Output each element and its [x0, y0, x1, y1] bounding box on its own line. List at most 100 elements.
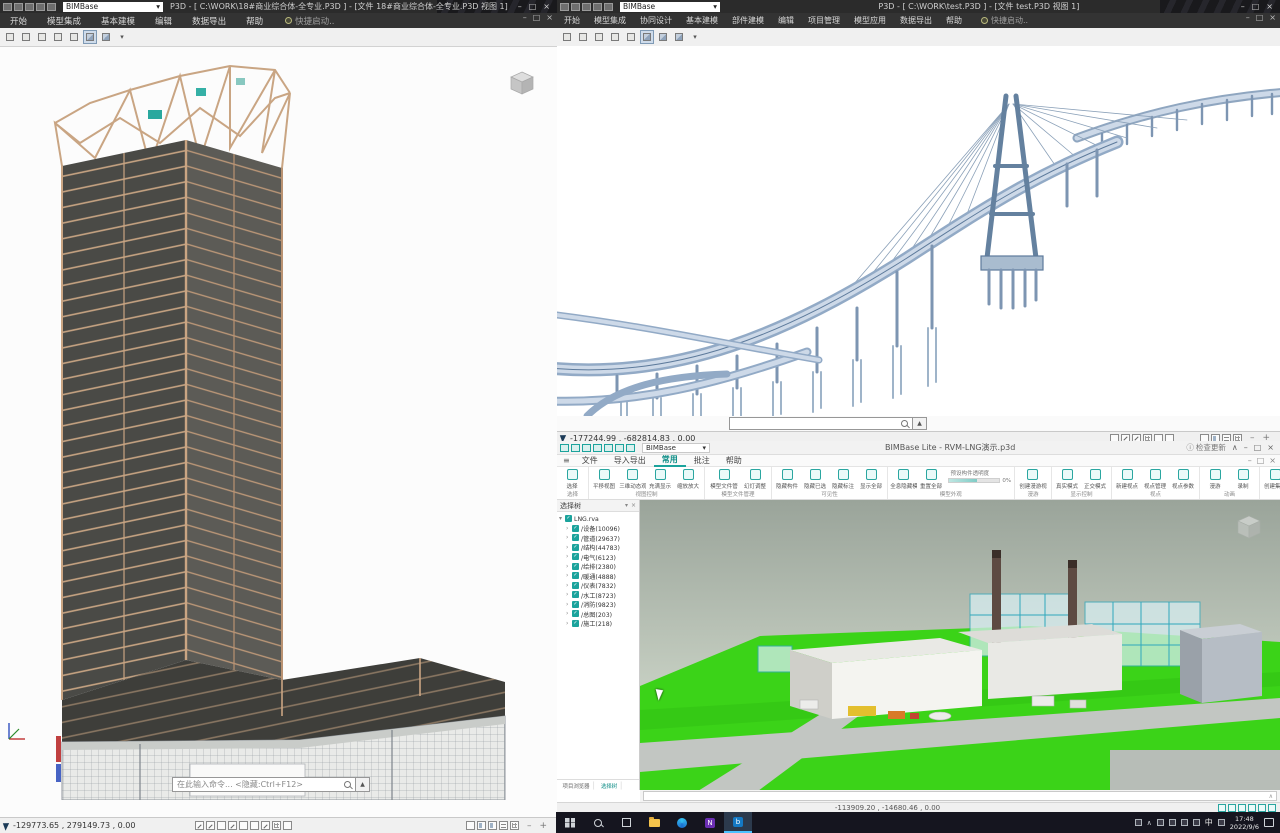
mdi-restore-button[interactable]: □ [533, 13, 541, 22]
menu-item[interactable]: 项目管理 [801, 15, 847, 26]
menu-item[interactable]: 数据导出 [182, 15, 236, 27]
mdi-close-button[interactable]: × [1269, 13, 1276, 22]
zoom-in-button[interactable]: 缩放放大 [675, 468, 702, 490]
orbit-button[interactable]: 三维动态观察 [619, 468, 646, 490]
tree-item[interactable]: ›✓/设备(10096) [559, 524, 639, 534]
new-file-icon[interactable] [560, 3, 569, 11]
close-button[interactable]: × [1266, 2, 1273, 11]
settings-gear-icon[interactable] [1258, 804, 1266, 812]
menu-item[interactable]: 模型集成 [37, 15, 91, 27]
menu-item[interactable]: 开始 [0, 15, 37, 27]
print-icon[interactable] [604, 444, 613, 452]
app-mode-selector[interactable]: BIMBase ▾ [620, 2, 720, 12]
command-input[interactable] [729, 417, 913, 430]
volume-tray-icon[interactable] [1181, 819, 1188, 826]
tree-item[interactable]: ›✓/施工(218) [559, 619, 639, 629]
zoom-fit-button[interactable]: 充满显示 [647, 468, 674, 490]
checkbox-checked-icon[interactable]: ✓ [572, 591, 579, 598]
slider-track[interactable] [948, 478, 1000, 483]
filter-icon[interactable] [283, 821, 292, 830]
menu-item[interactable]: 部件建模 [725, 15, 771, 26]
gizmo-icon[interactable] [1248, 804, 1256, 812]
mdi-close-button[interactable]: × [546, 13, 553, 22]
menu-item[interactable]: 协同设计 [633, 15, 679, 26]
minimize-button[interactable]: – [1244, 443, 1248, 452]
menu-item[interactable]: 基本建模 [679, 15, 725, 26]
expand-icon[interactable]: › [566, 601, 570, 608]
pan-view-button[interactable]: 平移视图 [591, 468, 618, 490]
quick-launch[interactable]: 快捷启动.. [981, 15, 1028, 26]
panel-close-icon[interactable]: × [631, 502, 636, 509]
show-all-button[interactable]: 显示全部 [858, 468, 885, 490]
edge-button[interactable] [668, 812, 696, 833]
new-viewpoint-button[interactable]: 新建视点 [1114, 468, 1141, 490]
box-snap-icon[interactable] [250, 821, 259, 830]
walkthrough-button[interactable]: 漫游 [1202, 468, 1229, 490]
hide-element-button[interactable]: 隐藏构件 [774, 468, 801, 490]
taskbar-clock[interactable]: 17:48 2022/9/6 [1230, 815, 1259, 831]
tree-item[interactable]: ›✓/给排(2380) [559, 562, 639, 572]
snap-icon[interactable] [1228, 804, 1236, 812]
taskbar-search-button[interactable] [584, 812, 612, 833]
checkbox-checked-icon[interactable]: ✓ [572, 525, 579, 532]
tree-root[interactable]: ▾ ✓ LNG.rva [559, 514, 639, 524]
new-file-icon[interactable] [3, 3, 12, 11]
expand-icon[interactable]: › [566, 534, 570, 541]
osnap-icon[interactable] [217, 821, 226, 830]
new-file-icon[interactable] [560, 444, 569, 452]
expand-icon[interactable]: › [566, 563, 570, 570]
open-file-icon[interactable] [14, 3, 23, 11]
redo-icon[interactable] [47, 3, 56, 11]
close-button[interactable]: × [1267, 443, 1274, 452]
command-history-button[interactable]: ▲ [356, 777, 370, 792]
tree-item[interactable]: ›✓/结构(44783) [559, 543, 639, 553]
isolate-mode-button[interactable]: 全息隐藏模式 [890, 468, 917, 490]
create-set-button[interactable]: 创建集合 [1262, 468, 1280, 490]
viewport-plant[interactable] [640, 500, 1280, 790]
four-view-icon[interactable] [510, 821, 519, 830]
check-update-button[interactable]: ⓘ 检查更新 [1186, 442, 1226, 453]
move-view-icon[interactable] [592, 30, 606, 44]
shaded-view-icon[interactable] [640, 30, 654, 44]
redo-icon[interactable] [604, 3, 613, 11]
realistic-view-icon[interactable] [656, 30, 670, 44]
tab-common[interactable]: 常用 [654, 454, 686, 467]
cross-snap-icon[interactable] [228, 821, 237, 830]
tab-selection-tree[interactable]: 选择树 [597, 781, 621, 789]
maximize-button[interactable]: □ [1254, 443, 1262, 452]
app-mode-selector[interactable]: BIMBase ▾ [642, 443, 710, 453]
zoom-out-button[interactable]: – [527, 821, 532, 831]
notepad-app-button[interactable]: N [696, 812, 724, 833]
toolbar-overflow[interactable]: ▾ [115, 30, 129, 44]
expand-icon[interactable]: › [566, 553, 570, 560]
slide-adjust-button[interactable]: 幻灯调整 [742, 468, 769, 490]
menu-item[interactable]: 模型集成 [587, 15, 633, 26]
checkbox-checked-icon[interactable]: ✓ [572, 601, 579, 608]
tab-file[interactable]: 文件 [574, 455, 606, 466]
tab-annotate[interactable]: 批注 [686, 455, 718, 466]
mdi-restore-button[interactable]: □ [1257, 456, 1265, 465]
mdi-minimize-button[interactable]: – [523, 13, 527, 22]
antivirus-tray-icon[interactable] [1157, 819, 1164, 826]
expand-icon[interactable]: › [566, 610, 570, 617]
undo-icon[interactable] [593, 3, 602, 11]
expand-icon[interactable]: › [566, 582, 570, 589]
expand-icon[interactable]: › [566, 572, 570, 579]
menu-item[interactable]: 编辑 [145, 15, 182, 27]
save-icon[interactable] [25, 3, 34, 11]
hide-annotation-button[interactable]: 隐藏标注 [830, 468, 857, 490]
pan-icon[interactable] [19, 30, 33, 44]
tree-item[interactable]: ›✓/电气(6123) [559, 552, 639, 562]
tree-item[interactable]: ›✓/消防(9823) [559, 600, 639, 610]
mdi-close-button[interactable]: × [1269, 456, 1276, 465]
menu-item[interactable]: 帮助 [236, 15, 273, 27]
model-file-manage-button[interactable]: 模型文件管理 [707, 468, 741, 490]
shaded-view-icon[interactable] [83, 30, 97, 44]
checkbox-checked-icon[interactable]: ✓ [572, 620, 579, 627]
collapse-icon[interactable]: ▾ [559, 515, 563, 522]
zoom-in-button[interactable]: + [539, 821, 547, 831]
tab-help[interactable]: 帮助 [718, 455, 750, 466]
tab-import-export[interactable]: 导入导出 [606, 455, 654, 466]
bimbase-app-button[interactable]: b [724, 812, 752, 833]
open-file-icon[interactable] [571, 3, 580, 11]
